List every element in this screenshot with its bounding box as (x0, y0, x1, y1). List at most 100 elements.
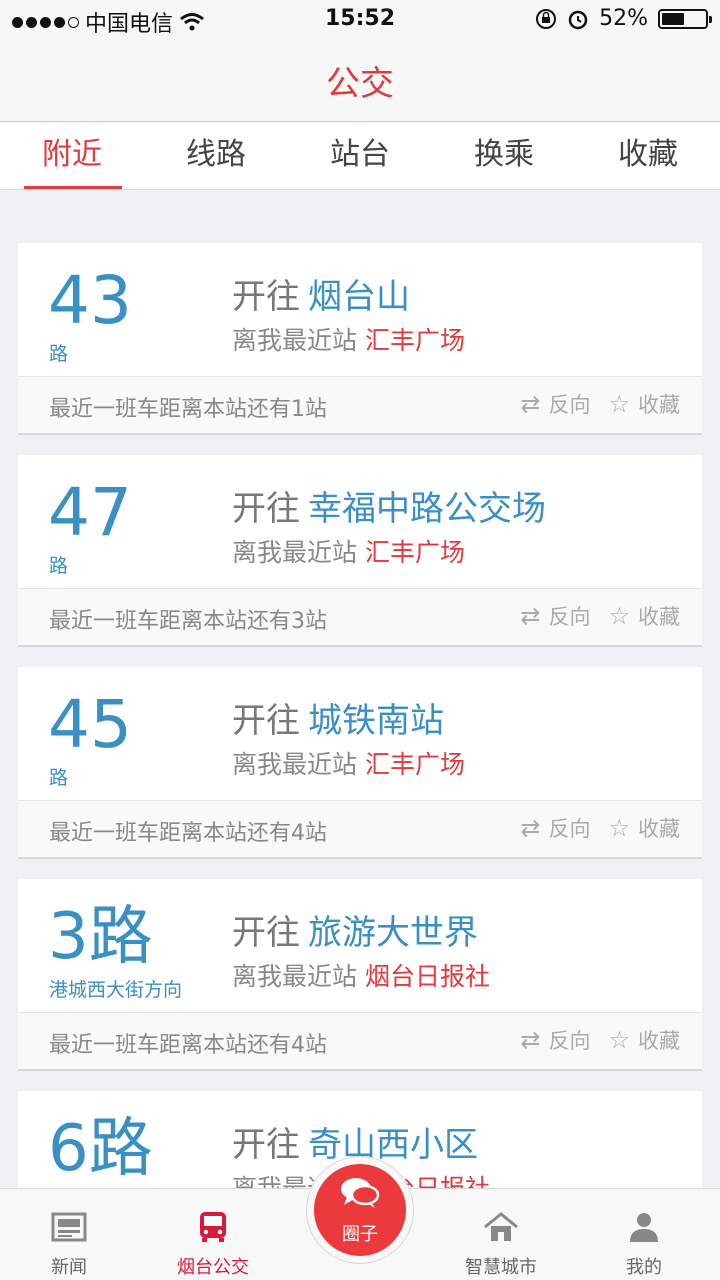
route-card-footer: 最近一班车距离本站还有3站 ⇄ 反向 ☆ 收藏 (18, 589, 702, 645)
tabbar-label-news: 新闻 (51, 1257, 87, 1278)
card-actions: ⇄ 反向 ☆ 收藏 (520, 601, 680, 631)
nearest-stop-line: 离我最近站 汇丰广场 (232, 533, 465, 569)
tab-stations[interactable]: 站台 (288, 123, 432, 189)
reverse-button[interactable]: ⇄ 反向 (520, 389, 590, 419)
card-actions: ⇄ 反向 ☆ 收藏 (520, 389, 680, 419)
nearest-label: 离我最近站 (232, 538, 358, 567)
favorite-label: 收藏 (638, 393, 680, 417)
destination: 奇山西小区 (308, 1125, 478, 1165)
favorite-button[interactable]: ☆ 收藏 (608, 1025, 680, 1055)
route-card[interactable]: 43 路 开往 烟台山 离我最近站 汇丰广场 最近一班车距离本站还有1站 ⇄ 反向 ☆… (18, 243, 702, 435)
reverse-button[interactable]: ⇄ 反向 (520, 1025, 590, 1055)
nearest-stop-line: 离我最近站 汇丰广场 (232, 745, 465, 781)
favorite-button[interactable]: ☆ 收藏 (608, 813, 680, 843)
destination: 旅游大世界 (308, 913, 478, 953)
route-direction: 港城西大街方向 (49, 979, 183, 1001)
tabbar-item-news[interactable]: 新闻 (9, 1189, 129, 1279)
swap-icon: ⇄ (520, 390, 541, 418)
route-card-footer: 最近一班车距离本站还有4站 ⇄ 反向 ☆ 收藏 (18, 801, 702, 857)
favorite-label: 收藏 (638, 1029, 680, 1053)
user-icon (630, 1213, 658, 1242)
nearest-stop-line: 离我最近站烟台日报社 (232, 957, 490, 993)
tab-routes[interactable]: 线路 (144, 123, 288, 189)
swap-icon: ⇄ (520, 602, 541, 630)
reverse-button[interactable]: ⇄ 反向 (520, 813, 590, 843)
circle-button-label: 圈子 (342, 1224, 378, 1245)
destination-line: 开往 城铁南站 (232, 693, 444, 742)
route-card-main[interactable]: 3路 港城西大街方向 开往 旅游大世界 离我最近站 烟台日报社 (18, 879, 702, 1013)
heading-prefix: 开往 (232, 277, 300, 317)
bus-icon (200, 1212, 226, 1242)
tab-favorites[interactable]: 收藏 (576, 123, 720, 189)
tab-nearby[interactable]: 附近 (0, 123, 144, 189)
newspaper-icon (51, 1212, 87, 1242)
favorite-button[interactable]: ☆ 收藏 (608, 389, 680, 419)
route-suffix: 路 (49, 767, 69, 789)
route-card-main[interactable]: 45 路 开往 城铁南站 离我最近站 汇丰广场 (18, 667, 702, 801)
nearest-label: 离我最近站 (232, 962, 358, 991)
nearest-stop-line: 离我最近站 汇丰广场 (232, 321, 465, 357)
tab-transfer[interactable]: 换乘 (432, 123, 576, 189)
favorite-button[interactable]: ☆ 收藏 (608, 601, 680, 631)
favorite-label: 收藏 (638, 817, 680, 841)
destination-line: 开往 旅游大世界 (232, 905, 478, 954)
home-icon (484, 1212, 518, 1241)
tabbar-label-city: 智慧城市 (465, 1257, 537, 1278)
nearest-label: 离我最近站 (232, 750, 358, 779)
star-icon: ☆ (608, 1026, 630, 1054)
destination: 烟台山 (308, 277, 410, 317)
page-title: 公交 (326, 64, 394, 104)
route-card[interactable]: 45 路 开往 城铁南站 离我最近站 汇丰广场 最近一班车距离本站还有4站 ⇄ 反向 … (18, 667, 702, 859)
circle-button-inner[interactable]: 圈子 (314, 1164, 406, 1256)
tabbar-item-me[interactable]: 我的 (584, 1189, 704, 1279)
reverse-button[interactable]: ⇄ 反向 (520, 601, 590, 631)
heading-prefix: 开往 (232, 701, 300, 741)
arrival-info: 最近一班车距离本站还有3站 (49, 609, 327, 634)
card-actions: ⇄ 反向 ☆ 收藏 (520, 1025, 680, 1055)
battery-percent: 52% (599, 6, 648, 31)
route-card-main[interactable]: 43 路 开往 烟台山 离我最近站 汇丰广场 (18, 243, 702, 377)
route-card-main[interactable]: 47 路 开往 幸福中路公交场 离我最近站 汇丰广场 (18, 455, 702, 589)
card-actions: ⇄ 反向 ☆ 收藏 (520, 813, 680, 843)
arrival-info: 最近一班车距离本站还有4站 (49, 1033, 327, 1058)
status-right: 52% (535, 6, 712, 31)
nearest-label: 离我最近站 (232, 326, 358, 355)
route-number: 47 (48, 474, 132, 551)
route-card[interactable]: 3路 港城西大街方向 开往 旅游大世界 离我最近站 烟台日报社 最近一班车距离本站还… (18, 879, 702, 1071)
heading-prefix: 开往 (232, 489, 300, 529)
swap-icon: ⇄ (520, 1026, 541, 1054)
nearest-stop: 汇丰广场 (365, 326, 466, 355)
tabbar-item-city[interactable]: 智慧城市 (441, 1189, 561, 1279)
star-icon: ☆ (608, 390, 630, 418)
reverse-label: 反向 (548, 393, 591, 417)
orientation-lock-icon (536, 8, 557, 29)
reverse-label: 反向 (548, 605, 591, 629)
route-card-footer: 最近一班车距离本站还有1站 ⇄ 反向 ☆ 收藏 (18, 377, 702, 433)
nearest-stop: 汇丰广场 (365, 538, 466, 567)
reverse-label: 反向 (548, 817, 591, 841)
arrival-info: 最近一班车距离本站还有1站 (49, 397, 327, 422)
route-suffix: 路 (49, 343, 69, 365)
route-number: 3路 (48, 900, 153, 974)
destination: 幸福中路公交场 (308, 489, 546, 529)
star-icon: ☆ (608, 814, 630, 842)
tabbar-label-bus: 烟台公交 (177, 1257, 249, 1278)
destination: 城铁南站 (308, 701, 444, 741)
heading-prefix: 开往 (232, 1125, 300, 1165)
route-number: 45 (48, 686, 132, 763)
reverse-label: 反向 (548, 1029, 591, 1053)
route-list: 43 路 开往 烟台山 离我最近站 汇丰广场 最近一班车距离本站还有1站 ⇄ 反向 ☆… (18, 243, 702, 1280)
tabbar-label-me: 我的 (626, 1257, 662, 1278)
route-card-footer: 最近一班车距离本站还有4站 ⇄ 反向 ☆ 收藏 (18, 1013, 702, 1069)
destination-line: 开往 幸福中路公交场 (232, 481, 546, 530)
nearest-stop: 烟台日报社 (365, 962, 491, 991)
arrival-info: 最近一班车距离本站还有4站 (49, 821, 327, 846)
circle-button[interactable]: 圈子 (306, 1156, 414, 1264)
nav-bar: 公交 (0, 40, 720, 122)
swap-icon: ⇄ (520, 814, 541, 842)
nearest-stop: 汇丰广场 (365, 750, 466, 779)
favorite-label: 收藏 (638, 605, 680, 629)
star-icon: ☆ (608, 602, 630, 630)
route-card[interactable]: 47 路 开往 幸福中路公交场 离我最近站 汇丰广场 最近一班车距离本站还有3站 ⇄… (18, 455, 702, 647)
tabbar-item-bus[interactable]: 烟台公交 (153, 1189, 273, 1279)
